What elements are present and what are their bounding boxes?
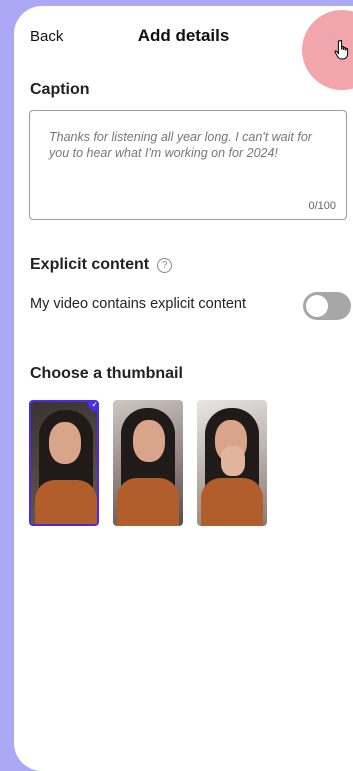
thumbnail-option-2[interactable] [113, 400, 183, 526]
thumbnail-option-1[interactable]: ✓ [29, 400, 99, 526]
thumbnail-body [201, 478, 263, 526]
selected-check-icon: ✓ [88, 402, 97, 411]
thumbnail-option-3[interactable] [197, 400, 267, 526]
top-bar: Back Add details Next [14, 6, 353, 90]
hand-cursor-icon [334, 40, 349, 60]
caption-input[interactable]: Thanks for listening all year long. I ca… [29, 110, 347, 220]
character-counter: 0/100 [308, 200, 336, 212]
thumbnail-heading: Choose a thumbnail [30, 365, 183, 382]
explicit-heading: Explicit content ? [30, 256, 173, 274]
thumbnail-face [133, 420, 165, 462]
help-icon[interactable]: ? [157, 257, 173, 273]
thumbnail-body [35, 480, 97, 524]
caption-placeholder: Thanks for listening all year long. I ca… [49, 130, 312, 160]
thumbnail-hand [221, 446, 245, 476]
explicit-toggle-label: My video contains explicit content [30, 296, 246, 312]
explicit-heading-label: Explicit content [30, 256, 150, 273]
explicit-toggle[interactable] [303, 292, 351, 320]
thumbnail-face [49, 422, 81, 464]
toggle-knob [306, 295, 328, 317]
next-button-area: Next [302, 10, 353, 90]
caption-heading: Caption [30, 81, 90, 98]
details-card: Back Add details Next Caption Thanks for… [14, 6, 353, 771]
thumbnail-body [117, 478, 179, 526]
thumbnail-list: ✓ [29, 400, 267, 526]
